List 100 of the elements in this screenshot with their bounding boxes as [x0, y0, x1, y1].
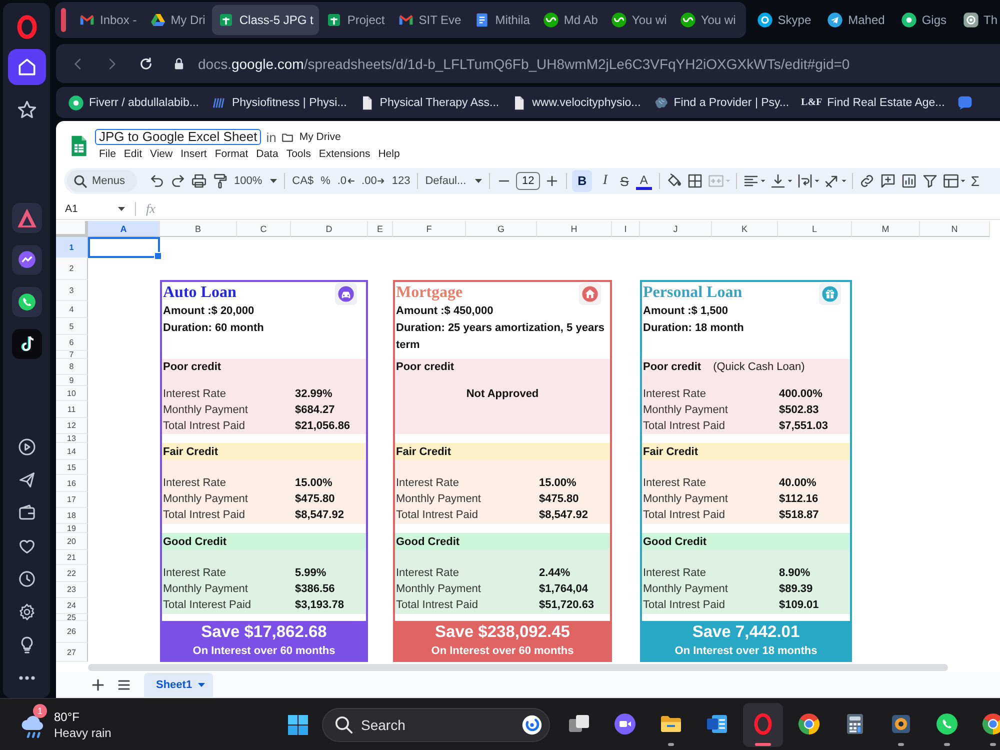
bookmark[interactable]: www.velocityphysio... [511, 94, 641, 110]
browser-tab[interactable]: Skype [752, 5, 816, 35]
row-header[interactable]: 14 [56, 443, 88, 460]
browser-tab[interactable]: Mahed [822, 5, 890, 35]
browser-tab[interactable]: Mithila [468, 5, 536, 35]
row-header[interactable]: 15 [56, 460, 88, 475]
bookmark[interactable]: Fiverr / abdullalabib... [68, 94, 199, 110]
column-header[interactable]: B [160, 221, 237, 237]
horizontal-scrollbar[interactable] [88, 664, 948, 670]
row-header[interactable]: 19 [56, 524, 88, 533]
menu-item[interactable]: File [99, 148, 116, 160]
app-button[interactable] [743, 702, 783, 746]
browser-tab[interactable]: Th [958, 5, 1000, 35]
decrease-decimal-button[interactable]: .0 [335, 170, 357, 192]
row-header[interactable]: 4 [56, 301, 88, 318]
search-box[interactable]: Search [322, 708, 550, 742]
folder-icon[interactable] [281, 130, 294, 144]
row-header[interactable]: 9 [56, 375, 88, 386]
menu-item[interactable]: Tools [286, 148, 311, 160]
row-header[interactable]: 1 [56, 237, 88, 258]
print-icon[interactable] [190, 172, 208, 190]
row-header[interactable]: 10 [56, 386, 88, 401]
text-color-button[interactable]: A [634, 170, 654, 192]
row-header[interactable]: 8 [56, 359, 88, 375]
url-text[interactable]: docs.google.com/spreadsheets/d/1d-b_LFLTumQ6Fb_UH8wmM2jLe6C3VFqYH2iOXGXkWTs/edit#gid=0 [198, 56, 850, 72]
column-header[interactable]: L [778, 221, 852, 237]
row-header[interactable]: 7 [56, 351, 88, 359]
row-header[interactable]: 20 [56, 533, 88, 550]
column-header[interactable]: J [640, 221, 712, 237]
menu-item[interactable]: View [150, 148, 173, 160]
fill-handle[interactable] [154, 252, 162, 260]
menu-item[interactable]: Insert [180, 148, 207, 160]
browser-tab[interactable]: You wi [674, 5, 742, 35]
borders-icon[interactable] [686, 172, 704, 190]
row-header[interactable]: 5 [56, 318, 88, 335]
chat-bubble-icon[interactable] [956, 94, 973, 110]
row-header[interactable]: 27 [56, 643, 88, 662]
bookmark[interactable]: Find a Provider | Psy... [652, 94, 790, 110]
column-header[interactable]: H [537, 221, 612, 237]
row-header[interactable]: 2 [56, 258, 88, 280]
table-icon[interactable] [942, 172, 966, 190]
row-header[interactable]: 24 [56, 598, 88, 614]
menu-item[interactable]: Format [214, 148, 248, 160]
number-format-button[interactable]: 123 [390, 170, 412, 192]
bookmark[interactable]: Physical Therapy Ass... [358, 94, 500, 110]
menu-item[interactable]: Help [378, 148, 400, 160]
row-header[interactable]: 12 [56, 418, 88, 434]
paint-roller-icon[interactable] [211, 172, 230, 190]
reload-icon[interactable] [138, 56, 154, 72]
home-button[interactable] [8, 49, 46, 85]
column-header[interactable]: E [368, 221, 393, 237]
column-header[interactable]: A [88, 221, 160, 237]
browser-tab[interactable]: Gigs [896, 5, 952, 35]
row-header[interactable]: 21 [56, 550, 88, 565]
row-header[interactable]: 16 [56, 475, 88, 492]
chart-icon[interactable] [900, 172, 918, 190]
strikethrough-button[interactable]: S [618, 170, 631, 192]
increase-decimal-button[interactable]: .00 [360, 170, 387, 192]
menu-item[interactable]: Extensions [318, 148, 370, 160]
text-wrap-icon[interactable] [796, 172, 820, 190]
font-size-field[interactable]: 12 [516, 172, 540, 190]
bold-button[interactable]: B [572, 170, 592, 192]
column-header[interactable]: M [852, 221, 920, 237]
browser-tab[interactable]: My Dri [144, 5, 212, 35]
browser-tab[interactable]: Md Ab [536, 5, 604, 35]
row-header[interactable]: 26 [56, 621, 88, 643]
menu-search-field[interactable]: Menus [67, 170, 138, 192]
row-header[interactable]: 22 [56, 565, 88, 582]
column-header[interactable]: F [393, 221, 466, 237]
row-header[interactable]: 23 [56, 582, 88, 598]
column-header[interactable]: G [466, 221, 537, 237]
row-header[interactable]: 6 [56, 335, 88, 351]
browser-tab[interactable]: Inbox - [73, 5, 143, 35]
active-cell[interactable] [88, 237, 160, 258]
column-header[interactable]: N [920, 221, 990, 237]
menu-item[interactable]: Data [256, 148, 278, 160]
row-header[interactable]: 18 [56, 508, 88, 524]
row-header[interactable]: 11 [56, 401, 88, 418]
browser-tab[interactable]: SIT Eve [392, 5, 468, 35]
row-header[interactable]: 3 [56, 280, 88, 301]
browser-tab[interactable]: You wi [604, 5, 673, 35]
folder-link[interactable]: My Drive [299, 131, 341, 143]
column-header[interactable]: D [291, 221, 368, 237]
weather-widget[interactable]: 1 80°F Heavy rain [18, 702, 128, 748]
column-header[interactable]: C [237, 221, 291, 237]
document-title-field[interactable]: JPG to Google Excel Sheet [95, 129, 262, 145]
row-header[interactable]: 13 [56, 434, 88, 443]
comment-icon[interactable] [878, 172, 897, 190]
italic-button[interactable]: I [595, 170, 616, 192]
vertical-align-icon[interactable] [768, 172, 793, 190]
filter-icon[interactable] [920, 172, 939, 190]
row-header[interactable]: 17 [56, 492, 88, 508]
functions-button[interactable]: Σ [968, 170, 982, 192]
browser-tab[interactable]: Class-5 JPG t [212, 5, 320, 35]
currency-button[interactable]: CA$ [290, 170, 316, 192]
percent-button[interactable]: % [318, 170, 332, 192]
menu-icon[interactable] [118, 680, 130, 690]
sheet-tab[interactable]: Sheet1 [144, 673, 214, 697]
bookmark[interactable]: Physiofitness | Physi... [210, 94, 347, 110]
menu-item[interactable]: Edit [124, 148, 142, 160]
